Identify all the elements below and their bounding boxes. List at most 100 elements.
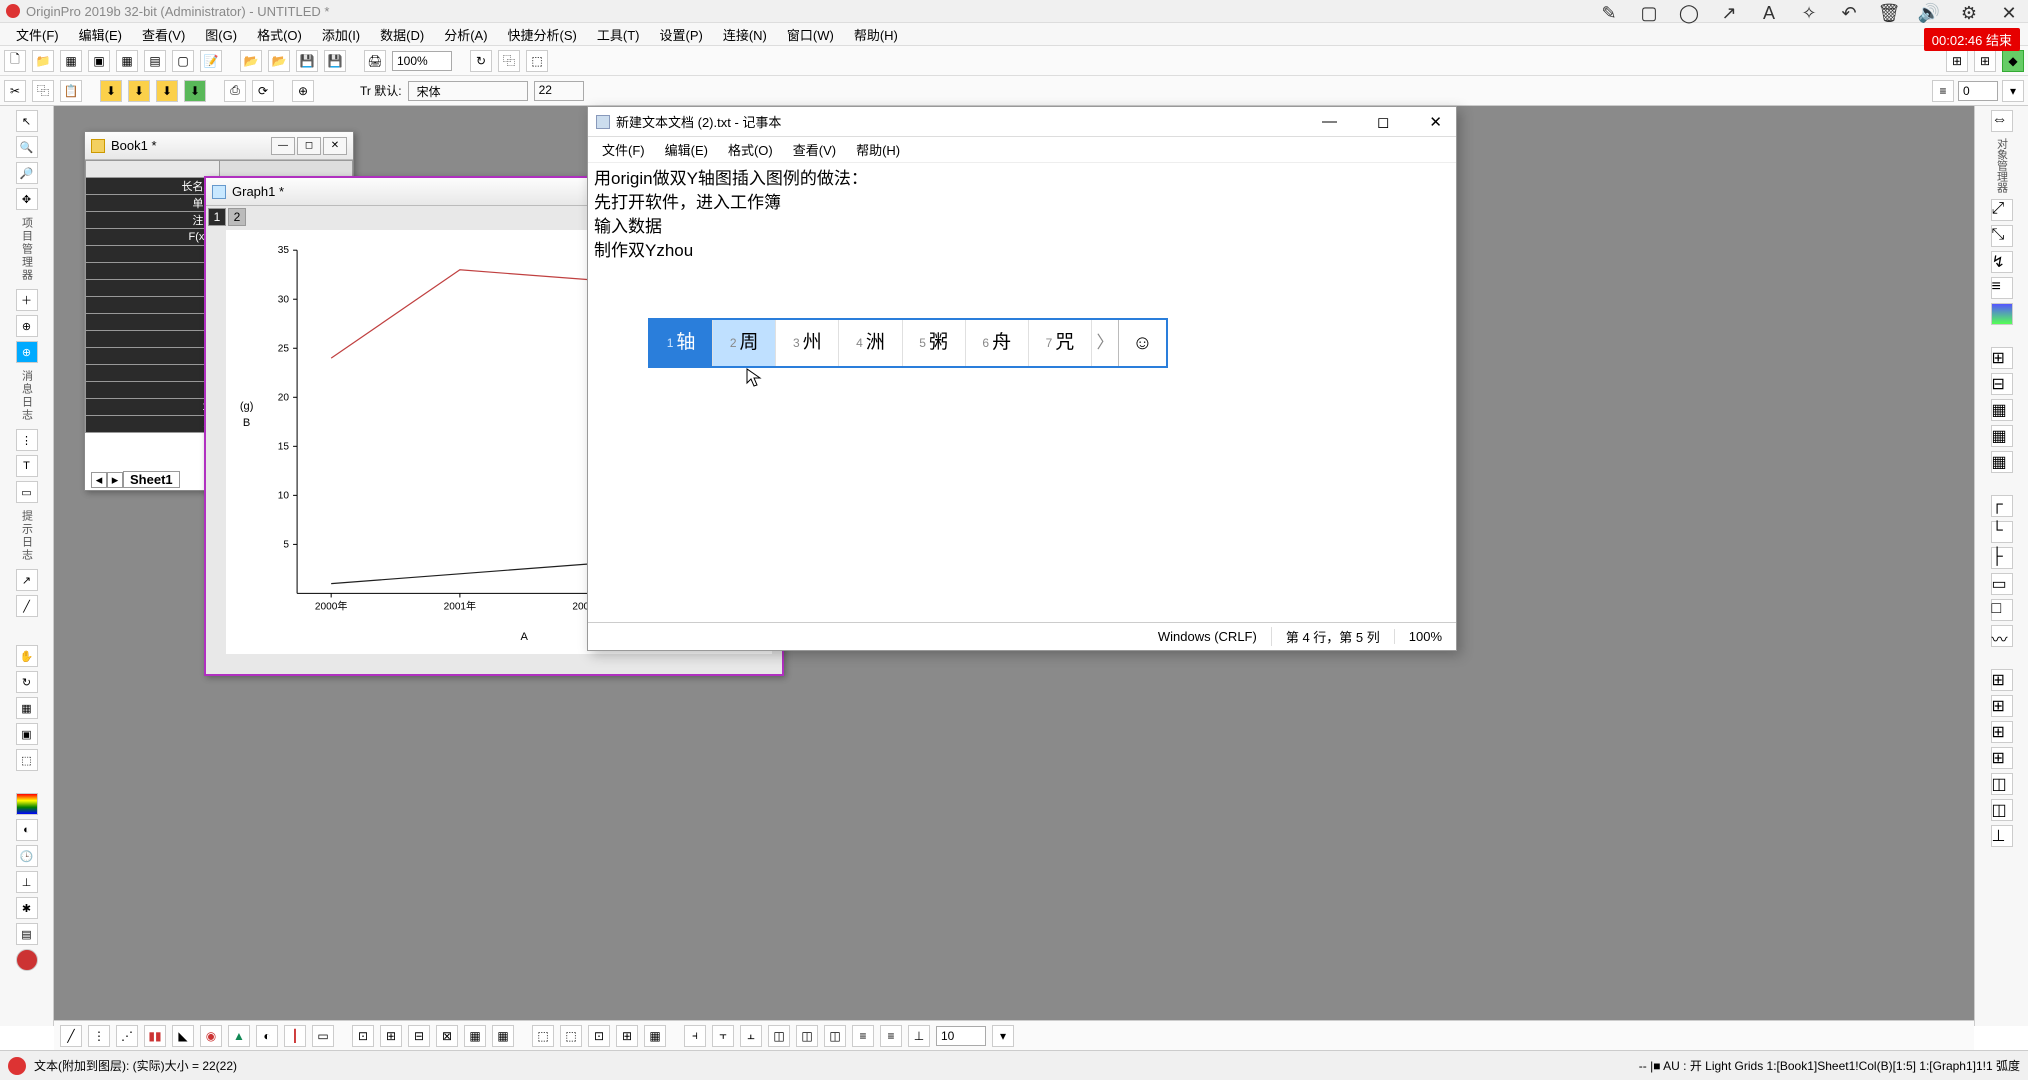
add-layer4-icon[interactable]: ⊞ — [1991, 747, 2013, 769]
hint-log-tab[interactable]: 提示日志 — [19, 510, 35, 562]
align9-icon[interactable]: ⊥ — [908, 1025, 930, 1047]
arrow-tool-icon[interactable]: ↗ — [16, 569, 38, 591]
apps-button[interactable]: ◆ — [2002, 50, 2024, 72]
mask2-icon[interactable]: ⊞ — [380, 1025, 402, 1047]
grid2-icon[interactable]: ▦ — [1991, 425, 2013, 447]
save-template-button[interactable]: 💾 — [324, 50, 346, 72]
pan-tool-icon[interactable]: ✋ — [16, 645, 38, 667]
lock2-icon[interactable]: ⬚ — [560, 1025, 582, 1047]
rescale-tool-icon[interactable]: ✥ — [16, 188, 38, 210]
column-plot-icon[interactable]: ▮▮ — [144, 1025, 166, 1047]
stack-lines-icon[interactable]: ≡ — [1991, 277, 2013, 299]
trash-icon[interactable]: 🗑 — [1878, 2, 1900, 24]
mask5-icon[interactable]: ▦ — [464, 1025, 486, 1047]
pointer-tool-icon[interactable]: ↖ — [16, 110, 38, 132]
print-button[interactable]: 🖨 — [364, 50, 386, 72]
mask3-icon[interactable]: ⊟ — [408, 1025, 430, 1047]
add-inset2-icon[interactable]: ◫ — [1991, 799, 2013, 821]
menu-file[interactable]: 文件(F) — [6, 23, 69, 46]
code-builder-button[interactable]: ⬚ — [526, 50, 548, 72]
cut-button[interactable]: ✂ — [4, 80, 26, 102]
align3-icon[interactable]: ⫠ — [740, 1025, 762, 1047]
font-size-combo[interactable]: 22 — [534, 81, 584, 101]
new-excel-button[interactable]: ▤ — [144, 50, 166, 72]
import-wizard-button[interactable]: ⬇ — [100, 80, 122, 102]
pencil-icon[interactable]: ✎ — [1598, 2, 1620, 24]
new-folder-button[interactable]: 📁 — [32, 50, 54, 72]
insert-object-icon[interactable]: ▣ — [16, 723, 38, 745]
mask4-icon[interactable]: ⊠ — [436, 1025, 458, 1047]
menu-insert[interactable]: 添加(I) — [312, 23, 370, 46]
annotation-tool-icon[interactable]: ⋮ — [16, 429, 38, 451]
exchange-xy-icon[interactable]: ⤢ — [1991, 199, 2013, 221]
align4-icon[interactable]: ◫ — [768, 1025, 790, 1047]
bottom-left-icon[interactable]: └ — [1991, 521, 2013, 543]
3d-plot-icon[interactable]: ▲ — [228, 1025, 250, 1047]
workbook-titlebar[interactable]: Book1 * — ◻ ✕ — [85, 132, 353, 160]
np-menu-help[interactable]: 帮助(H) — [846, 138, 910, 161]
zoom-out-tool-icon[interactable]: 🔎 — [16, 162, 38, 184]
line-tool-icon[interactable]: ╱ — [16, 595, 38, 617]
np-menu-view[interactable]: 查看(V) — [783, 138, 846, 161]
close-icon[interactable]: ✕ — [1998, 2, 2020, 24]
minimize-button[interactable]: — — [271, 137, 295, 155]
add-right-y-button[interactable]: ⊞ — [1974, 50, 1996, 72]
extract-icon[interactable]: ⊟ — [1991, 373, 2013, 395]
menu-preferences[interactable]: 设置(P) — [649, 23, 712, 46]
menu-window[interactable]: 窗口(W) — [777, 23, 844, 46]
ime-candidate-6[interactable]: 6舟 — [966, 320, 1029, 366]
add-axes-icon[interactable]: ⊥ — [1991, 825, 2013, 847]
layer-2-button[interactable]: 2 — [228, 208, 246, 226]
bubble-scale-icon[interactable] — [16, 949, 38, 971]
zoom-combo[interactable] — [392, 51, 452, 71]
menu-help[interactable]: 帮助(H) — [844, 23, 908, 46]
sheet-next-icon[interactable]: ▸ — [107, 472, 123, 488]
text-icon[interactable]: A — [1758, 2, 1780, 24]
np-maximize-button[interactable]: ◻ — [1371, 111, 1395, 133]
ime-candidate-2[interactable]: 2周 — [713, 320, 776, 366]
text-tool-icon[interactable]: T — [16, 455, 38, 477]
batch-button[interactable]: ⎙ — [224, 80, 246, 102]
new-layout-button[interactable]: ▢ — [172, 50, 194, 72]
menu-graph[interactable]: 图(G) — [195, 23, 247, 46]
width-spin-icon[interactable]: ▾ — [992, 1025, 1014, 1047]
notepad-window[interactable]: 新建文本文档 (2).txt - 记事本 — ◻ ✕ 文件(F) 编辑(E) 格… — [587, 106, 1457, 651]
align5-icon[interactable]: ◫ — [796, 1025, 818, 1047]
menu-tools[interactable]: 工具(T) — [587, 23, 650, 46]
menu-gadgets[interactable]: 快捷分析(S) — [498, 23, 587, 46]
bounding-box-icon[interactable]: ▭ — [1991, 573, 2013, 595]
pie-plot-icon[interactable]: ◉ — [200, 1025, 222, 1047]
add-layer3-icon[interactable]: ⊞ — [1991, 721, 2013, 743]
merge-icon[interactable]: ⊞ — [1991, 347, 2013, 369]
offset-icon[interactable] — [1991, 303, 2013, 325]
notepad-text-area[interactable]: 用origin做双Y轴图插入图例的做法： 先打开软件，进入工作簿 输入数据 制作… — [588, 163, 1456, 620]
add-layer1-icon[interactable]: ⊞ — [1991, 669, 2013, 691]
layer-num-input[interactable] — [1958, 81, 1998, 101]
area-plot-icon[interactable]: ◣ — [172, 1025, 194, 1047]
ime-candidate-3[interactable]: 3州 — [776, 320, 839, 366]
table-icon[interactable]: ▤ — [16, 923, 38, 945]
speed-mode-icon[interactable]: ⤡ — [1991, 225, 2013, 247]
project-explorer-tab[interactable]: 项目管理器 — [19, 217, 35, 282]
paste-button[interactable]: 📋 — [60, 80, 82, 102]
arrow-icon[interactable]: ↗ — [1718, 2, 1740, 24]
menu-edit[interactable]: 编辑(E) — [69, 23, 132, 46]
align1-icon[interactable]: ⫞ — [684, 1025, 706, 1047]
highlighter-icon[interactable]: ✧ — [1798, 2, 1820, 24]
frame-icon[interactable]: □ — [1991, 599, 2013, 621]
sheet-tabs[interactable]: ◂ ▸ Sheet1 — [91, 471, 180, 488]
save-button[interactable]: 💾 — [296, 50, 318, 72]
zoom-in-tool-icon[interactable]: 🔍 — [16, 136, 38, 158]
add-inset-icon[interactable]: ◫ — [1991, 773, 2013, 795]
width-input[interactable] — [936, 1026, 986, 1046]
menu-connectivity[interactable]: 连接(N) — [713, 23, 777, 46]
lock5-icon[interactable]: ▦ — [644, 1025, 666, 1047]
template-plot-icon[interactable]: ▭ — [312, 1025, 334, 1047]
recalc-button[interactable]: ⟳ — [252, 80, 274, 102]
align8-icon[interactable]: ≡ — [880, 1025, 902, 1047]
ime-next-icon[interactable]: 〉 — [1092, 320, 1118, 366]
object-manager-tab[interactable]: 对象管理器 — [1994, 138, 2010, 193]
font-name-combo[interactable]: 宋体 — [408, 81, 528, 101]
add-layer2-icon[interactable]: ⊞ — [1991, 695, 2013, 717]
left-axis-icon[interactable]: ├ — [1991, 547, 2013, 569]
